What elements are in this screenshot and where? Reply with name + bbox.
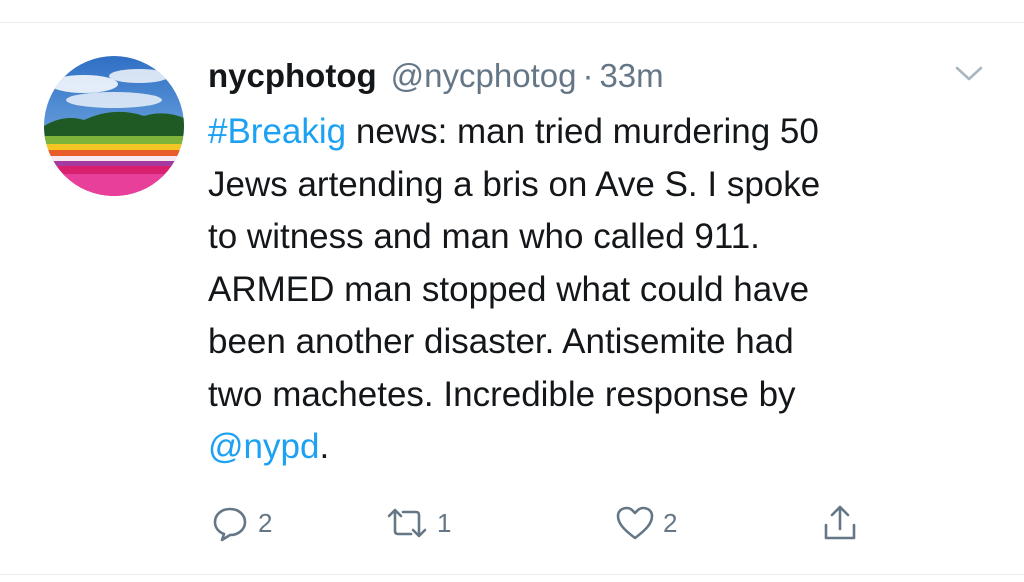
- tweet-text-segment: .: [319, 427, 330, 466]
- retweet-button[interactable]: 1: [383, 500, 451, 546]
- tweet-text-line: #Breakig news: man tried murdering 50: [208, 106, 988, 159]
- like-count: 2: [663, 507, 678, 538]
- retweet-icon: [383, 501, 431, 545]
- like-button[interactable]: 2: [613, 500, 677, 546]
- tweet-text-line: to witness and man who called 911.: [208, 211, 988, 264]
- share-icon: [818, 501, 862, 545]
- avatar[interactable]: [44, 56, 184, 196]
- heart-icon: [613, 501, 657, 545]
- bottom-divider: [0, 574, 1024, 575]
- tweet-header: nycphotog @nycphotog · 33m: [208, 56, 664, 96]
- tweet-text-segment: been another disaster. Antisemite had: [208, 322, 794, 361]
- reply-button[interactable]: 2: [208, 500, 272, 546]
- reply-icon: [208, 501, 252, 545]
- tweet-text-segment: Jews artending a bris on Ave S. I spoke: [208, 164, 821, 204]
- tweet-text-line: @nypd.: [208, 421, 988, 474]
- tweet-text-segment: two machetes. Incredible response by: [208, 374, 796, 414]
- header-separator: ·: [582, 57, 594, 94]
- chevron-down-icon[interactable]: [952, 62, 986, 86]
- tweet-text-segment: ARMED man stopped what could have: [208, 269, 810, 309]
- tweet-text: #Breakig news: man tried murdering 50 Jew…: [208, 106, 988, 474]
- tweet-text-segment: news: man tried murdering 50: [346, 112, 819, 151]
- hashtag-link[interactable]: #Breakig: [208, 112, 346, 151]
- mention-link[interactable]: @nypd: [208, 427, 319, 466]
- tweet-text-line: Jews artending a bris on Ave S. I spoke: [208, 159, 988, 212]
- tweet-text-line: two machetes. Incredible response by: [208, 369, 988, 422]
- tweet-text-line: ARMED man stopped what could have: [208, 264, 988, 317]
- tweet-text-line: been another disaster. Antisemite had: [208, 316, 988, 369]
- retweet-count: 1: [437, 507, 452, 538]
- user-handle[interactable]: @nycphotog: [391, 56, 577, 96]
- tweet-card[interactable]: nycphotog @nycphotog · 33m #Breakig news…: [0, 0, 1024, 582]
- tweet-text-segment: to witness and man who called 911.: [208, 217, 760, 256]
- reply-count: 2: [258, 507, 273, 538]
- display-name[interactable]: nycphotog: [208, 56, 377, 96]
- top-divider: [0, 22, 1024, 23]
- timestamp[interactable]: 33m: [599, 56, 663, 96]
- avatar-image: [44, 56, 184, 196]
- share-button[interactable]: [818, 500, 862, 546]
